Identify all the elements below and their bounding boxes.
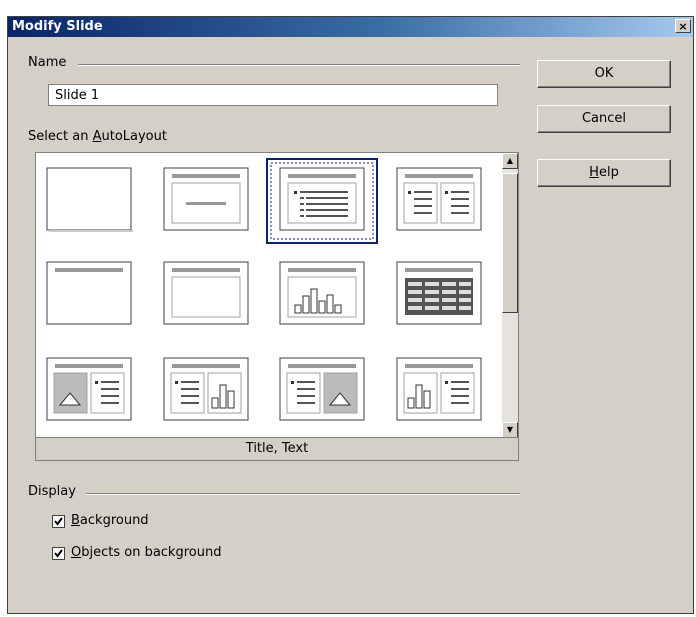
- scroll-thumb[interactable]: [502, 173, 518, 313]
- objects-on-background-label[interactable]: Objects on background: [71, 545, 221, 560]
- background-label[interactable]: Background: [71, 513, 149, 528]
- help-button[interactable]: Help: [537, 159, 671, 187]
- name-group-divider: [78, 64, 520, 66]
- autolayout-label-prefix: Select an: [28, 129, 93, 144]
- scroll-up-arrow-icon[interactable]: ▲: [502, 153, 518, 169]
- layout-option-two-columns[interactable]: [396, 167, 482, 231]
- modify-slide-dialog: Modify Slide × Name Select an AutoLayout: [7, 16, 694, 614]
- background-checkbox[interactable]: [52, 515, 65, 528]
- background-label-rest: ackground: [79, 513, 149, 528]
- background-accel: B: [71, 513, 80, 528]
- selected-layout-caption: Title, Text: [36, 437, 518, 460]
- layout-option-image-text[interactable]: [46, 357, 132, 421]
- layout-option-chart-text[interactable]: [396, 357, 482, 421]
- autolayout-label-suffix: utoLayout: [101, 129, 167, 144]
- layout-option-title-content[interactable]: [163, 261, 249, 325]
- layout-option-title-chart[interactable]: [279, 261, 365, 325]
- display-group-divider: [86, 493, 520, 495]
- layout-option-title-only[interactable]: [163, 167, 249, 231]
- slide-name-input[interactable]: [48, 84, 498, 106]
- layout-option-text-chart[interactable]: [163, 357, 249, 421]
- layout-scrollbar[interactable]: ▲ ▼: [502, 153, 518, 438]
- help-label-rest: elp: [598, 165, 619, 180]
- objects-on-background-checkbox[interactable]: [52, 547, 65, 560]
- checkmark-icon: [54, 517, 63, 526]
- layout-option-title-table[interactable]: [396, 261, 482, 325]
- scroll-down-arrow-icon[interactable]: ▼: [502, 422, 518, 438]
- ok-button[interactable]: OK: [537, 60, 671, 88]
- layout-option-text-image[interactable]: [279, 357, 365, 421]
- cancel-button[interactable]: Cancel: [537, 105, 671, 133]
- name-label: Name: [28, 55, 71, 70]
- display-label: Display: [28, 484, 80, 499]
- checkmark-icon: [54, 549, 63, 558]
- layout-option-title-text-selected[interactable]: [266, 158, 378, 244]
- close-button[interactable]: ×: [675, 19, 691, 33]
- help-accel: H: [589, 165, 599, 180]
- layout-option-title-blank[interactable]: [46, 261, 132, 325]
- layout-option-blank[interactable]: [46, 167, 133, 232]
- title-bar[interactable]: Modify Slide ×: [8, 17, 693, 37]
- autolayout-panel: ▲ ▼ Title, Text: [35, 152, 519, 461]
- objects-accel: O: [71, 545, 82, 560]
- autolayout-label: Select an AutoLayout: [28, 129, 171, 144]
- dialog-title: Modify Slide: [12, 19, 103, 34]
- layout-grid: [46, 158, 482, 421]
- objects-label-rest: bjects on background: [81, 545, 222, 560]
